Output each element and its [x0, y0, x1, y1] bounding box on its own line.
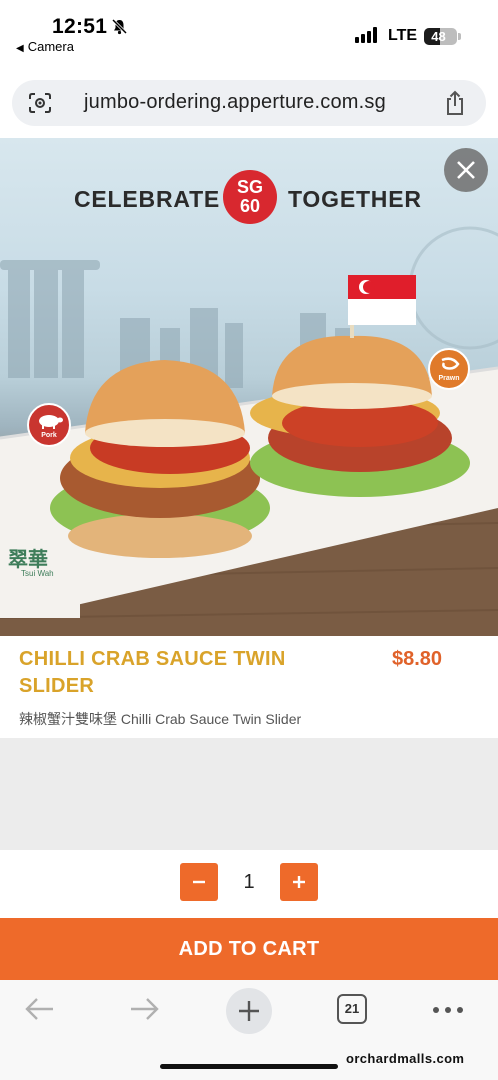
quantity-value: 1	[243, 871, 255, 893]
battery-icon: 48	[424, 28, 461, 45]
new-tab-button[interactable]	[226, 988, 272, 1034]
url-text: jumbo-ordering.apperture.com.sg	[84, 91, 386, 113]
product-description: 辣椒蟹汁雙味堡 Chilli Crab Sauce Twin Slider	[19, 711, 302, 727]
bell-slash-icon	[111, 18, 128, 35]
product-price: $8.80	[392, 648, 443, 670]
headline-left: CELEBRATE	[74, 186, 221, 212]
sg60-badge-bottom: 60	[239, 196, 261, 216]
increase-quantity-button[interactable]	[280, 863, 318, 901]
minus-icon	[193, 880, 205, 884]
product-hero-image: CELEBRATE SG 60 TOGETHER Pork Prawn 翠華 T…	[0, 138, 498, 636]
network-type: LTE	[388, 27, 418, 44]
home-indicator[interactable]	[160, 1064, 338, 1069]
back-arrow-icon[interactable]	[24, 996, 56, 1022]
more-icon[interactable]	[432, 1006, 464, 1014]
address-bar[interactable]: jumbo-ordering.apperture.com.sg	[12, 80, 486, 126]
pork-badge: Pork	[27, 403, 71, 447]
back-to-app[interactable]: ◀ Camera	[16, 39, 74, 54]
battery-level: 48	[431, 29, 446, 44]
status-bar: 12:51 ◀ Camera LTE 48	[0, 0, 498, 62]
share-icon[interactable]	[444, 90, 466, 116]
close-icon	[457, 161, 475, 179]
plus-icon	[293, 876, 305, 888]
quantity-stepper: 1	[0, 852, 498, 916]
prawn-icon	[441, 357, 460, 370]
back-app-label: Camera	[27, 39, 74, 54]
plus-icon	[239, 1001, 259, 1021]
lens-icon[interactable]	[28, 92, 52, 114]
browser-toolbar: 21 orchardmalls.com	[0, 980, 498, 1080]
pig-icon	[39, 415, 63, 429]
decrease-quantity-button[interactable]	[180, 863, 218, 901]
prawn-badge-label: Prawn	[438, 375, 460, 382]
options-area	[0, 738, 498, 850]
close-button[interactable]	[444, 148, 488, 192]
headline-right: TOGETHER	[288, 186, 422, 212]
add-to-cart-button[interactable]: ADD TO CART	[0, 918, 498, 980]
status-time: 12:51	[52, 15, 108, 38]
product-name: CHILLI CRAB SAUCE TWIN SLIDER	[19, 648, 286, 697]
prawn-badge: Prawn	[428, 348, 470, 390]
sg60-badge-top: SG	[236, 177, 263, 197]
forward-arrow-icon[interactable]	[128, 996, 160, 1022]
sg60-badge: SG 60	[223, 170, 277, 224]
watermark: orchardmalls.com	[346, 1051, 465, 1066]
signal-icon	[355, 27, 379, 43]
pork-badge-label: Pork	[41, 432, 57, 439]
brand-logo: 翠華	[8, 549, 48, 571]
brand-logo-sub: Tsui Wah	[21, 569, 54, 578]
promo-headline: CELEBRATE SG 60 TOGETHER	[0, 170, 498, 230]
tabs-count-button[interactable]: 21	[337, 994, 367, 1024]
